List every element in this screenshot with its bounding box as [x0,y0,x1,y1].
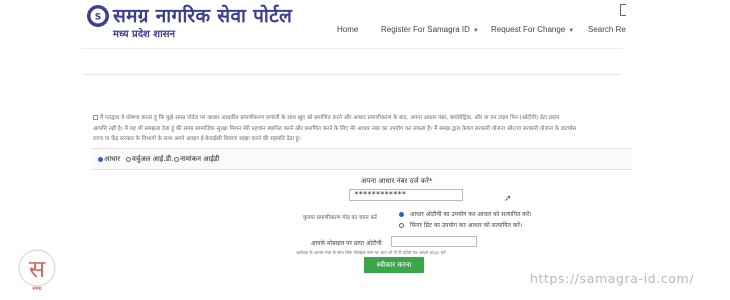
header-divider [82,48,622,49]
otp-input[interactable] [391,236,477,247]
radio-selected-icon [399,212,404,217]
watermark-logo-text: समग्र [32,286,41,292]
nav-search[interactable]: Search Re [588,25,626,34]
consent-text: मैं एतद्वारा ये घोषणा करता हूं कि मुझे स… [93,113,633,145]
nav-request-label: Request For Change [491,25,566,34]
auth-option-label: फिंगर प्रिंट का उपयोग कर आधार को सत्यापि… [410,222,523,229]
site-header: S समग्र नागरिक सेवा पोर्टल मध्य प्रदेश श… [0,0,730,48]
svg-text:S: S [95,13,101,23]
partial-icon [620,4,626,16]
auth-option-otp[interactable]: आधार ओटीपी का उपयोग कर आधार को सत्यापित … [399,210,532,218]
id-option-enrolment-id[interactable]: नामांकन आईडी [174,155,219,164]
svg-text:स: स [29,255,46,283]
samagra-logo-icon[interactable]: S [86,3,110,29]
aadhar-number-label: अपना आधार नंबर दर्ज करें* [361,177,433,185]
accept-button[interactable]: स्वीकार करना [364,257,424,273]
auth-option-fingerprint[interactable]: फिंगर प्रिंट का उपयोग कर आधार को सत्यापि… [399,221,522,229]
aadhar-number-input[interactable]: ************ [349,189,463,201]
otp-label: आपके मोबाइल पर प्राप्त ओटीपी [311,240,382,247]
panel-divider [82,74,622,75]
radio-icon [126,156,131,162]
consent-line: आपत्ति नहीं है। मैं यह भी समझता देता हूं… [93,125,577,132]
auth-option-label: आधार ओटीपी का उपयोग कर आधार को सत्यापित … [410,211,532,218]
consent-line: मैं एतद्वारा ये घोषणा करता हूं कि मुझे स… [93,113,633,124]
nav-home[interactable]: Home [337,25,358,34]
id-option-label: आधार [104,155,121,163]
mouse-cursor-icon: ➚ [504,193,512,203]
portal-title: समग्र नागरिक सेवा पोर्टल [113,5,293,27]
portal-subtitle: मध्य प्रदेश शासन [113,29,176,40]
id-option-aadhar[interactable]: आधार [98,155,120,164]
samagra-watermark-logo-icon: स समग्र [18,249,56,292]
radio-selected-icon [98,156,103,162]
consent-line-text: मैं एतद्वारा ये घोषणा करता हूं कि मुझे स… [100,115,560,121]
watermark-url: https://samagra-id.com/ [530,271,695,286]
chevron-down-icon: ▼ [472,28,479,34]
nav-home-label: Home [337,25,359,34]
nav-register-dropdown[interactable]: Register For Samagra ID ▼ [381,25,479,34]
radio-icon [399,223,404,228]
id-type-options: आधार वर्चुअल आई.डी. नामांकन आईडी [92,148,632,170]
consent-line: राज्य या केंद्र सरकार के विभागों के साथ … [93,136,301,142]
nav-request-dropdown[interactable]: Request For Change ▼ [491,25,574,34]
otp-note: आवेदक के आधार नंबर के साथ लिंक मोबाइल नं… [296,250,446,255]
id-option-virtual-id[interactable]: वर्चुअल आई.डी. [126,155,173,164]
consent-checkbox[interactable] [93,115,98,120]
id-option-label: नामांकन आईडी [180,155,220,163]
radio-icon [174,156,179,162]
chevron-down-icon: ▼ [568,28,575,34]
nav-register-label: Register For Samagra ID [381,25,470,34]
auth-mode-label: कृपया प्रमाणीकरण मोड का चयन करें [303,215,377,221]
nav-search-label: Search Re [588,25,626,34]
id-option-label: वर्चुअल आई.डी. [132,155,174,163]
